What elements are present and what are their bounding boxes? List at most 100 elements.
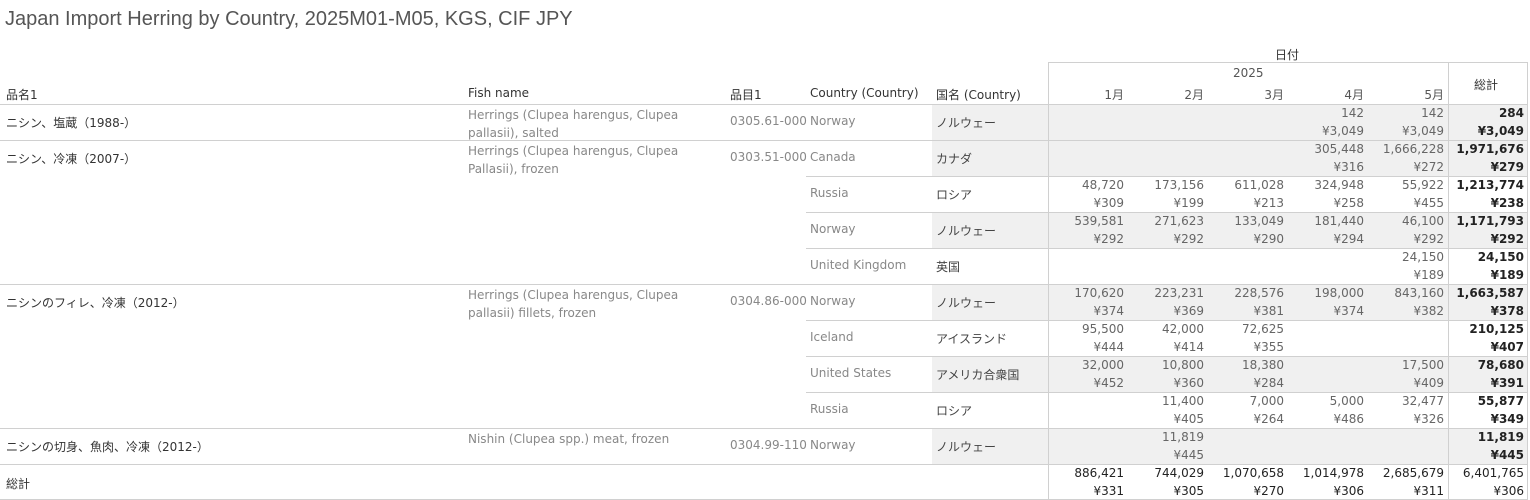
price-cell[interactable]: ¥409 [1368, 374, 1444, 392]
header-total[interactable]: 総計 [1474, 76, 1498, 93]
price-cell[interactable]: ¥316 [1288, 158, 1364, 176]
japanese-country-name[interactable]: アメリカ合衆国 [936, 366, 1019, 383]
country-name[interactable]: United Kingdom [810, 258, 906, 272]
grand-total-price[interactable]: ¥331 [1048, 482, 1124, 500]
quantity-cell[interactable]: 48,720 [1048, 176, 1124, 194]
grand-total-price[interactable]: ¥305 [1128, 482, 1204, 500]
product-name-1[interactable]: ニシンの切身、魚肉、冷凍（2012-） [6, 438, 209, 455]
price-cell[interactable]: ¥264 [1208, 410, 1284, 428]
japanese-country-name[interactable]: アイスランド [936, 330, 1007, 347]
product-name-1[interactable]: ニシン、冷凍（2007-） [6, 150, 136, 167]
quantity-cell[interactable]: 305,448 [1288, 140, 1364, 158]
row-total-price[interactable]: ¥391 [1448, 374, 1524, 392]
price-cell[interactable]: ¥360 [1128, 374, 1204, 392]
fish-name[interactable]: Nishin (Clupea spp.) meat, frozen [468, 430, 716, 448]
grand-total-quantity[interactable]: 1,070,658 [1208, 464, 1284, 482]
quantity-cell[interactable]: 142 [1368, 104, 1444, 122]
header-code[interactable]: 品目1 [730, 86, 762, 103]
product-code[interactable]: 0303.51-000 [730, 150, 807, 164]
quantity-cell[interactable]: 142 [1288, 104, 1364, 122]
quantity-cell[interactable]: 32,000 [1048, 356, 1124, 374]
header-fish-name[interactable]: Fish name [468, 86, 529, 100]
grand-total-price[interactable]: ¥311 [1368, 482, 1444, 500]
price-cell[interactable]: ¥213 [1208, 194, 1284, 212]
product-code[interactable]: 0304.99-110 [730, 438, 807, 452]
product-name-1[interactable]: ニシンのフィレ、冷凍（2012-） [6, 294, 185, 311]
header-name1[interactable]: 品名1 [6, 86, 38, 103]
grand-total-quantity[interactable]: 2,685,679 [1368, 464, 1444, 482]
header-jp-country[interactable]: 国名 (Country) [936, 86, 1021, 103]
price-cell[interactable]: ¥444 [1048, 338, 1124, 356]
grand-total-all-price[interactable]: ¥306 [1448, 482, 1524, 500]
japanese-country-name[interactable]: ノルウェー [936, 294, 996, 311]
quantity-cell[interactable]: 228,576 [1208, 284, 1284, 302]
quantity-cell[interactable]: 72,625 [1208, 320, 1284, 338]
grand-total-all-quantity[interactable]: 6,401,765 [1448, 464, 1524, 482]
grand-total-quantity[interactable]: 886,421 [1048, 464, 1124, 482]
quantity-cell[interactable]: 10,800 [1128, 356, 1204, 374]
row-total-price[interactable]: ¥445 [1448, 446, 1524, 464]
price-cell[interactable]: ¥292 [1048, 230, 1124, 248]
japanese-country-name[interactable]: ノルウェー [936, 438, 996, 455]
row-total-quantity[interactable]: 24,150 [1448, 248, 1524, 266]
quantity-cell[interactable]: 11,819 [1128, 428, 1204, 446]
price-cell[interactable]: ¥3,049 [1288, 122, 1364, 140]
country-name[interactable]: Iceland [810, 330, 853, 344]
grand-total-quantity[interactable]: 744,029 [1128, 464, 1204, 482]
quantity-cell[interactable]: 5,000 [1288, 392, 1364, 410]
quantity-cell[interactable]: 133,049 [1208, 212, 1284, 230]
price-cell[interactable]: ¥452 [1048, 374, 1124, 392]
country-name[interactable]: Norway [810, 294, 856, 308]
country-name[interactable]: Russia [810, 402, 849, 416]
price-cell[interactable]: ¥309 [1048, 194, 1124, 212]
row-total-price[interactable]: ¥378 [1448, 302, 1524, 320]
product-code[interactable]: 0305.61-000 [730, 114, 807, 128]
country-name[interactable]: Norway [810, 222, 856, 236]
row-total-price[interactable]: ¥189 [1448, 266, 1524, 284]
row-total-quantity[interactable]: 1,663,587 [1448, 284, 1524, 302]
quantity-cell[interactable]: 11,400 [1128, 392, 1204, 410]
price-cell[interactable]: ¥189 [1368, 266, 1444, 284]
country-name[interactable]: Norway [810, 438, 856, 452]
price-cell[interactable]: ¥414 [1128, 338, 1204, 356]
price-cell[interactable]: ¥374 [1048, 302, 1124, 320]
price-cell[interactable]: ¥272 [1368, 158, 1444, 176]
fish-name[interactable]: Herrings (Clupea harengus, Clupea pallas… [468, 286, 716, 322]
price-cell[interactable]: ¥292 [1368, 230, 1444, 248]
row-total-quantity[interactable]: 55,877 [1448, 392, 1524, 410]
price-cell[interactable]: ¥258 [1288, 194, 1364, 212]
price-cell[interactable]: ¥292 [1128, 230, 1204, 248]
row-total-quantity[interactable]: 284 [1448, 104, 1524, 122]
price-cell[interactable]: ¥486 [1288, 410, 1364, 428]
fish-name[interactable]: Herrings (Clupea harengus, Clupea Pallas… [468, 142, 716, 178]
quantity-cell[interactable]: 24,150 [1368, 248, 1444, 266]
price-cell[interactable]: ¥445 [1128, 446, 1204, 464]
quantity-cell[interactable]: 18,380 [1208, 356, 1284, 374]
price-cell[interactable]: ¥355 [1208, 338, 1284, 356]
quantity-cell[interactable]: 271,623 [1128, 212, 1204, 230]
quantity-cell[interactable]: 181,440 [1288, 212, 1364, 230]
row-total-quantity[interactable]: 1,971,676 [1448, 140, 1524, 158]
japanese-country-name[interactable]: カナダ [936, 150, 972, 167]
price-cell[interactable]: ¥3,049 [1368, 122, 1444, 140]
japanese-country-name[interactable]: ノルウェー [936, 114, 996, 131]
quantity-cell[interactable]: 55,922 [1368, 176, 1444, 194]
row-total-price[interactable]: ¥3,049 [1448, 122, 1524, 140]
quantity-cell[interactable]: 32,477 [1368, 392, 1444, 410]
row-total-price[interactable]: ¥349 [1448, 410, 1524, 428]
japanese-country-name[interactable]: ロシア [936, 402, 972, 419]
row-total-quantity[interactable]: 78,680 [1448, 356, 1524, 374]
price-cell[interactable]: ¥199 [1128, 194, 1204, 212]
quantity-cell[interactable]: 170,620 [1048, 284, 1124, 302]
price-cell[interactable]: ¥381 [1208, 302, 1284, 320]
row-total-price[interactable]: ¥407 [1448, 338, 1524, 356]
grand-total-price[interactable]: ¥306 [1288, 482, 1364, 500]
country-name[interactable]: United States [810, 366, 891, 380]
quantity-cell[interactable]: 46,100 [1368, 212, 1444, 230]
country-name[interactable]: Russia [810, 186, 849, 200]
japanese-country-name[interactable]: ノルウェー [936, 222, 996, 239]
quantity-cell[interactable]: 611,028 [1208, 176, 1284, 194]
grand-total-price[interactable]: ¥270 [1208, 482, 1284, 500]
country-name[interactable]: Canada [810, 150, 856, 164]
price-cell[interactable]: ¥369 [1128, 302, 1204, 320]
